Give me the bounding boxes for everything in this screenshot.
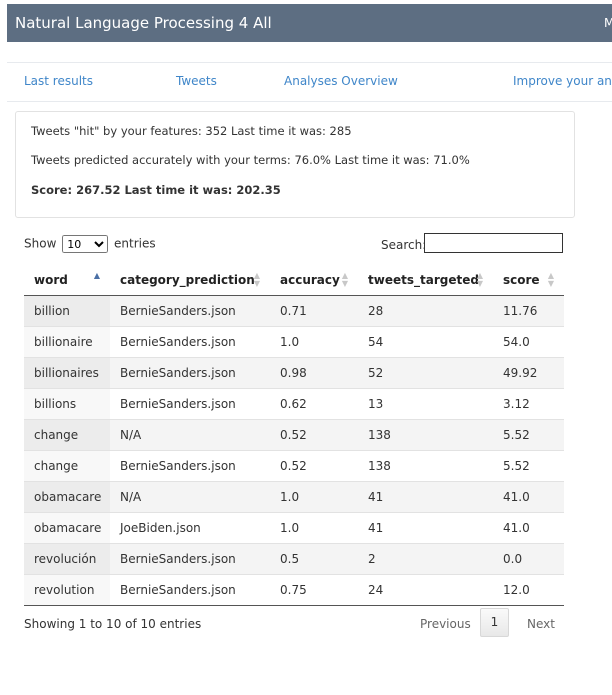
category-prediction-cell: N/A <box>110 419 270 451</box>
score-cell: 41.0 <box>493 512 564 544</box>
column-header-category-prediction[interactable]: category_prediction ▲ ▼ <box>110 264 270 296</box>
page-length-control: Show 10 entries <box>24 235 156 253</box>
sort-icon: ▲ ▼ <box>253 271 260 288</box>
sort-icon: ▲ ▼ <box>547 271 554 288</box>
tweets-targeted-cell: 41 <box>358 512 493 544</box>
accuracy-cell: 1.0 <box>270 512 358 544</box>
tweets-targeted-cell: 28 <box>358 295 493 327</box>
category-prediction-cell: BernieSanders.json <box>110 450 270 482</box>
tweets-targeted-cell: 41 <box>358 481 493 513</box>
show-label: Show <box>24 236 57 251</box>
tab-improve-analysis[interactable]: Improve your analy <box>513 74 612 88</box>
tab-analyses-overview[interactable]: Analyses Overview <box>284 74 398 88</box>
table-row: obamacare N/A 1.0 41 41.0 <box>24 481 564 513</box>
column-header-score[interactable]: score ▲ ▼ <box>493 264 564 296</box>
word-cell: billions <box>24 388 110 420</box>
accuracy-cell: 0.52 <box>270 450 358 482</box>
next-page-button[interactable]: Next <box>527 617 555 631</box>
word-cell: billionaire <box>24 326 110 358</box>
word-cell: change <box>24 450 110 482</box>
search-label: Search: <box>381 238 427 252</box>
navbar-menu-item[interactable]: M <box>604 16 612 30</box>
tweets-targeted-cell: 2 <box>358 543 493 575</box>
tab-last-results[interactable]: Last results <box>24 74 93 88</box>
column-header-accuracy[interactable]: accuracy ▲ ▼ <box>270 264 358 296</box>
column-label: tweets_targeted <box>368 272 479 287</box>
column-header-tweets-targeted[interactable]: tweets_targeted ▲ ▼ <box>358 264 493 296</box>
word-cell: obamacare <box>24 481 110 513</box>
table-row: billion BernieSanders.json 0.71 28 11.76 <box>24 295 564 327</box>
accuracy-cell: 0.98 <box>270 357 358 389</box>
accuracy-cell: 1.0 <box>270 481 358 513</box>
score-cell: 0.0 <box>493 543 564 575</box>
tweets-targeted-cell: 52 <box>358 357 493 389</box>
table-row: billions BernieSanders.json 0.62 13 3.12 <box>24 388 564 420</box>
column-header-word[interactable]: word ▲ <box>24 264 110 296</box>
category-prediction-cell: BernieSanders.json <box>110 326 270 358</box>
hit-summary: Tweets "hit" by your features: 352 Last … <box>31 124 352 138</box>
summary-panel: Tweets "hit" by your features: 352 Last … <box>15 111 575 218</box>
tweets-targeted-cell: 54 <box>358 326 493 358</box>
category-prediction-cell: BernieSanders.json <box>110 574 270 606</box>
score-cell: 49.92 <box>493 357 564 389</box>
page-1-button[interactable]: 1 <box>480 608 509 637</box>
score-cell: 5.52 <box>493 450 564 482</box>
sort-ascending-icon: ▲ <box>93 271 100 280</box>
table-row: revolution BernieSanders.json 0.75 24 12.0 <box>24 574 564 606</box>
score-cell: 5.52 <box>493 419 564 451</box>
tab-tweets[interactable]: Tweets <box>176 74 217 88</box>
table-row: change BernieSanders.json 0.52 138 5.52 <box>24 450 564 482</box>
table-row: obamacare JoeBiden.json 1.0 41 41.0 <box>24 512 564 544</box>
table-row: change N/A 0.52 138 5.52 <box>24 419 564 451</box>
word-cell: billionaires <box>24 357 110 389</box>
category-prediction-cell: BernieSanders.json <box>110 543 270 575</box>
accuracy-cell: 0.52 <box>270 419 358 451</box>
sort-icon: ▲ ▼ <box>476 271 483 288</box>
column-label: word <box>34 272 68 287</box>
table-info: Showing 1 to 10 of 10 entries <box>24 617 202 631</box>
accuracy-summary: Tweets predicted accurately with your te… <box>31 153 470 167</box>
app-title[interactable]: Natural Language Processing 4 All <box>15 14 272 32</box>
column-label: category_prediction <box>120 272 255 287</box>
accuracy-cell: 0.5 <box>270 543 358 575</box>
score-cell: 11.76 <box>493 295 564 327</box>
accuracy-cell: 0.75 <box>270 574 358 606</box>
accuracy-cell: 0.71 <box>270 295 358 327</box>
word-cell: change <box>24 419 110 451</box>
category-prediction-cell: JoeBiden.json <box>110 512 270 544</box>
column-label: score <box>503 272 540 287</box>
search-input[interactable] <box>424 233 563 253</box>
column-label: accuracy <box>280 272 340 287</box>
tweets-targeted-cell: 24 <box>358 574 493 606</box>
previous-page-button[interactable]: Previous <box>420 617 471 631</box>
tab-bar: Last results Tweets Analyses Overview Im… <box>7 62 612 102</box>
entries-select[interactable]: 10 <box>62 235 109 253</box>
score-cell: 41.0 <box>493 481 564 513</box>
tweets-targeted-cell: 138 <box>358 450 493 482</box>
accuracy-cell: 1.0 <box>270 326 358 358</box>
category-prediction-cell: N/A <box>110 481 270 513</box>
score-cell: 3.12 <box>493 388 564 420</box>
score-summary: Score: 267.52 Last time it was: 202.35 <box>31 183 281 197</box>
sort-icon: ▲ ▼ <box>341 271 348 288</box>
category-prediction-cell: BernieSanders.json <box>110 388 270 420</box>
word-cell: revolución <box>24 543 110 575</box>
category-prediction-cell: BernieSanders.json <box>110 295 270 327</box>
results-table: word ▲ category_prediction ▲ ▼ accuracy ▲ ▼ t… <box>24 264 564 606</box>
word-cell: revolution <box>24 574 110 606</box>
category-prediction-cell: BernieSanders.json <box>110 357 270 389</box>
word-cell: obamacare <box>24 512 110 544</box>
table-row: billionaire BernieSanders.json 1.0 54 54.0 <box>24 326 564 358</box>
accuracy-cell: 0.62 <box>270 388 358 420</box>
score-cell: 54.0 <box>493 326 564 358</box>
word-cell: billion <box>24 295 110 327</box>
table-header-row: word ▲ category_prediction ▲ ▼ accuracy ▲ ▼ t… <box>24 264 564 296</box>
table-row: billionaires BernieSanders.json 0.98 52 49.9… <box>24 357 564 389</box>
entries-label: entries <box>114 236 156 251</box>
score-cell: 12.0 <box>493 574 564 606</box>
tweets-targeted-cell: 138 <box>358 419 493 451</box>
navbar: Natural Language Processing 4 All M <box>7 4 612 42</box>
table-row: revolución BernieSanders.json 0.5 2 0.0 <box>24 543 564 575</box>
tweets-targeted-cell: 13 <box>358 388 493 420</box>
